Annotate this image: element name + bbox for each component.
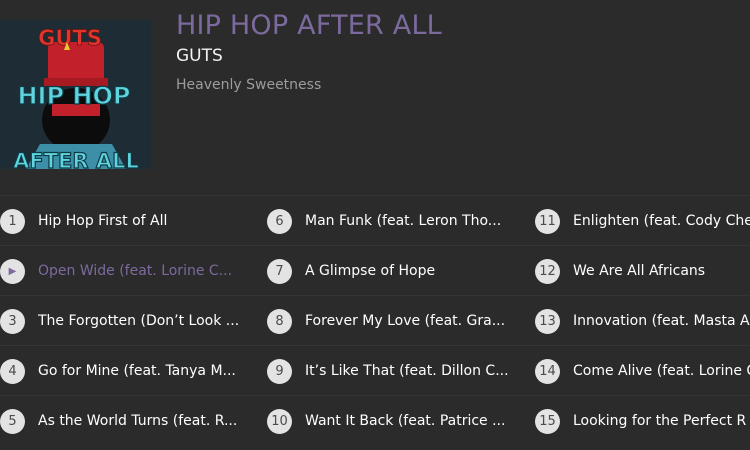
album-cover[interactable]: GUTS HIP HOP AFTER ALL bbox=[0, 20, 151, 169]
track-1[interactable]: 1 Hip Hop First of All bbox=[0, 196, 245, 246]
track-title: The Forgotten (Don’t Look ... bbox=[38, 313, 240, 329]
track-15[interactable]: 15 Looking for the Perfect R bbox=[535, 396, 750, 446]
track-2[interactable]: ▶ Open Wide (feat. Lorine C... bbox=[0, 246, 245, 296]
track-9[interactable]: 9 It’s Like That (feat. Dillon C... bbox=[267, 346, 512, 396]
track-11[interactable]: 11 Enlighten (feat. Cody Che bbox=[535, 196, 750, 246]
cover-hip-hop: HIP HOP bbox=[17, 82, 130, 110]
track-number: 5 bbox=[0, 408, 25, 434]
track-row: 5 As the World Turns (feat. R... 10 Want… bbox=[0, 395, 750, 445]
track-number: 15 bbox=[535, 408, 560, 434]
track-title: We Are All Africans bbox=[573, 263, 706, 279]
track-3[interactable]: 3 The Forgotten (Don’t Look ... bbox=[0, 296, 245, 346]
track-title: Want It Back (feat. Patrice ... bbox=[305, 413, 506, 429]
track-title: Innovation (feat. Masta A bbox=[573, 313, 750, 329]
album-page: GUTS HIP HOP AFTER ALL HIP HOP AFTER ALL… bbox=[0, 0, 750, 450]
track-13[interactable]: 13 Innovation (feat. Masta A bbox=[535, 296, 750, 346]
track-number: 4 bbox=[0, 358, 25, 384]
track-row: ▶ Open Wide (feat. Lorine C... 7 A Glimp… bbox=[0, 245, 750, 295]
track-7[interactable]: 7 A Glimpse of Hope bbox=[267, 246, 512, 296]
track-row: 4 Go for Mine (feat. Tanya M... 9 It’s L… bbox=[0, 345, 750, 395]
album-title: HIP HOP AFTER ALL bbox=[176, 10, 442, 41]
track-number: 11 bbox=[535, 208, 560, 234]
track-list: 1 Hip Hop First of All 6 Man Funk (feat.… bbox=[0, 195, 750, 445]
track-8[interactable]: 8 Forever My Love (feat. Gra... bbox=[267, 296, 512, 346]
track-number: 6 bbox=[267, 208, 292, 234]
track-row: 3 The Forgotten (Don’t Look ... 8 Foreve… bbox=[0, 295, 750, 345]
track-title: Enlighten (feat. Cody Che bbox=[573, 213, 750, 229]
album-cover-art: GUTS HIP HOP AFTER ALL bbox=[0, 20, 151, 169]
track-title: Man Funk (feat. Leron Tho... bbox=[305, 213, 502, 229]
track-number: 13 bbox=[535, 308, 560, 334]
track-number: 7 bbox=[267, 258, 292, 284]
track-number: 9 bbox=[267, 358, 292, 384]
track-title: Forever My Love (feat. Gra... bbox=[305, 313, 506, 329]
track-6[interactable]: 6 Man Funk (feat. Leron Tho... bbox=[267, 196, 512, 246]
track-number: 12 bbox=[535, 258, 560, 284]
cover-guts: GUTS bbox=[38, 26, 102, 50]
track-12[interactable]: 12 We Are All Africans bbox=[535, 246, 750, 296]
track-title: Looking for the Perfect R bbox=[573, 413, 747, 429]
track-number: 8 bbox=[267, 308, 292, 334]
artist-name[interactable]: GUTS bbox=[176, 46, 223, 66]
track-14[interactable]: 14 Come Alive (feat. Lorine C bbox=[535, 346, 750, 396]
track-row: 1 Hip Hop First of All 6 Man Funk (feat.… bbox=[0, 195, 750, 245]
track-number: 3 bbox=[0, 308, 25, 334]
track-number: 14 bbox=[535, 358, 560, 384]
track-title: A Glimpse of Hope bbox=[305, 263, 436, 279]
track-number: 1 bbox=[0, 208, 25, 234]
track-4[interactable]: 4 Go for Mine (feat. Tanya M... bbox=[0, 346, 245, 396]
track-title: As the World Turns (feat. R... bbox=[38, 413, 238, 429]
track-title: It’s Like That (feat. Dillon C... bbox=[305, 363, 509, 379]
track-10[interactable]: 10 Want It Back (feat. Patrice ... bbox=[267, 396, 512, 446]
track-title: Open Wide (feat. Lorine C... bbox=[38, 263, 233, 279]
record-label: Heavenly Sweetness bbox=[176, 77, 322, 93]
track-title: Hip Hop First of All bbox=[38, 213, 168, 229]
track-title: Come Alive (feat. Lorine C bbox=[573, 363, 750, 379]
track-number: 10 bbox=[267, 408, 292, 434]
track-5[interactable]: 5 As the World Turns (feat. R... bbox=[0, 396, 245, 446]
cover-after-all: AFTER ALL bbox=[13, 149, 139, 169]
track-title: Go for Mine (feat. Tanya M... bbox=[38, 363, 236, 379]
play-icon: ▶ bbox=[0, 258, 25, 284]
